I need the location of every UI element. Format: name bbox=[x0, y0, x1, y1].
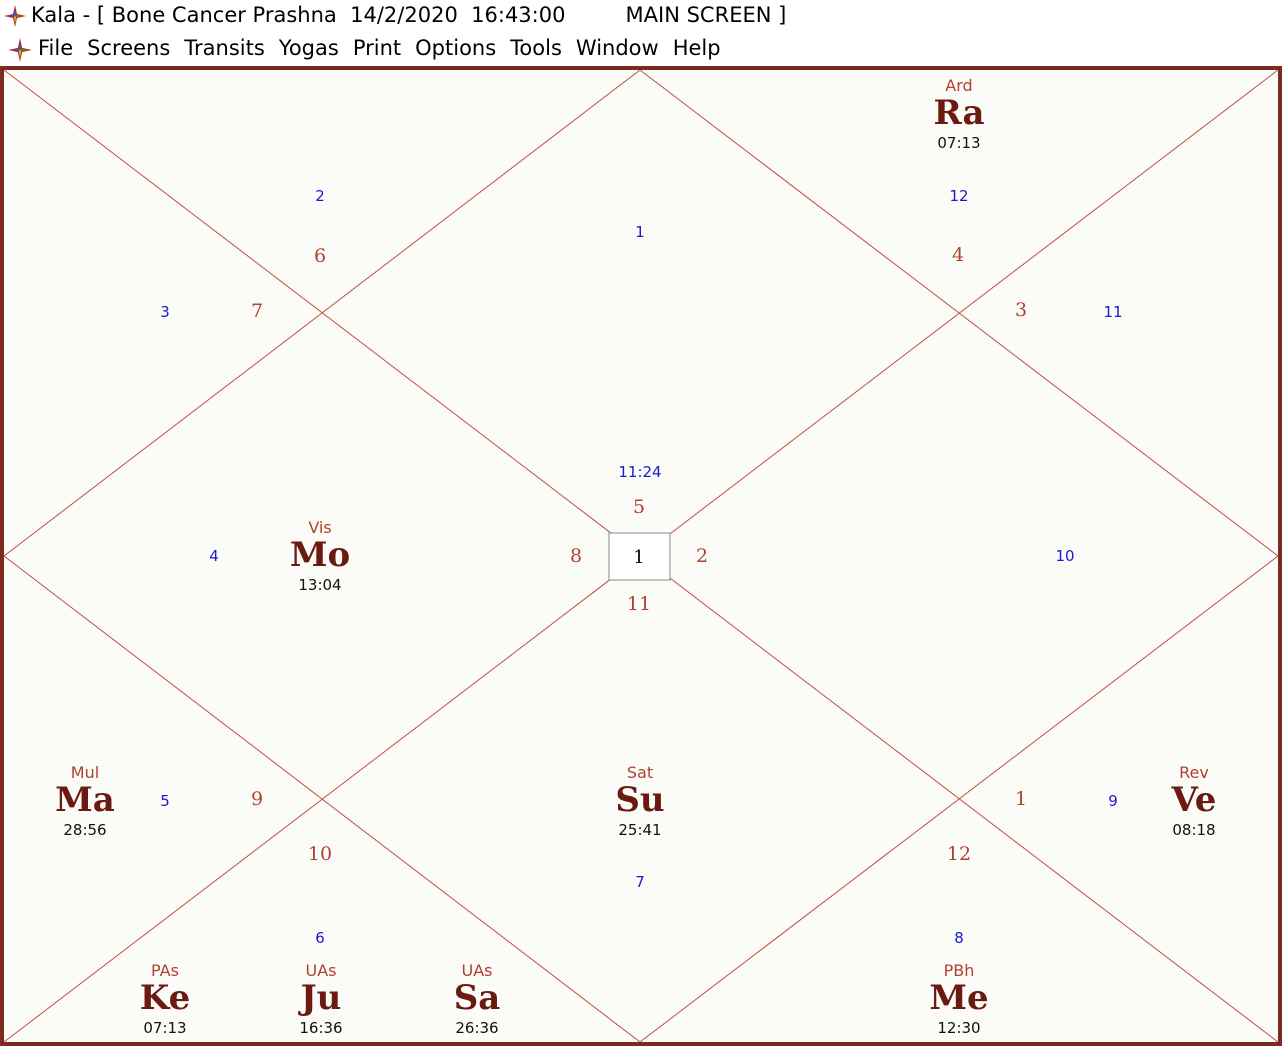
menu-file[interactable]: File bbox=[38, 36, 73, 60]
sign-number-h1: 5 bbox=[633, 496, 645, 518]
north-indian-chart[interactable]: 1 11:24 1 2 3 4 5 6 7 8 9 10 11 12 5 6 7… bbox=[0, 66, 1283, 1048]
sign-number-h10: 2 bbox=[696, 545, 708, 567]
planet-ju-degree: 16:36 bbox=[299, 1019, 342, 1037]
sign-number-h8: 12 bbox=[947, 843, 971, 865]
planet-me-degree: 12:30 bbox=[937, 1019, 980, 1037]
house-number-2: 2 bbox=[315, 187, 325, 205]
planet-mo[interactable]: Mo bbox=[290, 535, 350, 575]
planet-ve-degree: 08:18 bbox=[1172, 821, 1215, 839]
house-number-12: 12 bbox=[949, 187, 968, 205]
title-bar: Kala - [ Bone Cancer Prashna 14/2/2020 1… bbox=[0, 0, 1283, 34]
window-title: Kala - [ Bone Cancer Prashna 14/2/2020 1… bbox=[31, 3, 787, 27]
house-number-5: 5 bbox=[160, 792, 170, 810]
house-number-10: 10 bbox=[1055, 547, 1074, 565]
planet-su[interactable]: Su bbox=[615, 780, 664, 820]
kala-app-icon bbox=[4, 5, 26, 27]
menu-tools[interactable]: Tools bbox=[510, 36, 562, 60]
planet-ra-degree: 07:13 bbox=[937, 134, 980, 152]
menu-print[interactable]: Print bbox=[353, 36, 401, 60]
planet-ve[interactable]: Ve bbox=[1171, 780, 1217, 820]
sign-number-h7: 11 bbox=[627, 593, 651, 615]
menu-yogas[interactable]: Yogas bbox=[279, 36, 339, 60]
planet-ma-degree: 28:56 bbox=[63, 821, 106, 839]
house-number-3: 3 bbox=[160, 303, 170, 321]
planet-ju[interactable]: Ju bbox=[298, 978, 342, 1018]
sign-number-h9: 1 bbox=[1015, 788, 1027, 810]
house-number-11: 11 bbox=[1103, 303, 1122, 321]
sign-number-h3: 7 bbox=[251, 300, 263, 322]
sign-number-h11: 3 bbox=[1015, 299, 1027, 321]
menu-bar: File Screens Transits Yogas Print Option… bbox=[0, 34, 1283, 66]
menu-options[interactable]: Options bbox=[415, 36, 496, 60]
planet-ma[interactable]: Ma bbox=[55, 780, 115, 820]
house-number-9: 9 bbox=[1108, 792, 1118, 810]
sign-number-h12: 4 bbox=[952, 244, 964, 266]
sign-number-h5: 9 bbox=[251, 788, 263, 810]
center-value: 1 bbox=[633, 547, 644, 568]
planet-ke[interactable]: Ke bbox=[140, 978, 190, 1018]
menu-screens[interactable]: Screens bbox=[87, 36, 170, 60]
planet-sa-degree: 26:36 bbox=[455, 1019, 498, 1037]
sign-number-h4: 8 bbox=[570, 545, 582, 567]
planet-me[interactable]: Me bbox=[929, 978, 988, 1018]
house-number-8: 8 bbox=[954, 929, 964, 947]
planet-su-degree: 25:41 bbox=[618, 821, 661, 839]
menu-transits[interactable]: Transits bbox=[184, 36, 265, 60]
house-number-7: 7 bbox=[635, 873, 645, 891]
planet-ra[interactable]: Ra bbox=[933, 93, 984, 133]
menu-window[interactable]: Window bbox=[576, 36, 659, 60]
planet-sa[interactable]: Sa bbox=[454, 978, 501, 1018]
menu-help[interactable]: Help bbox=[673, 36, 721, 60]
house-number-6: 6 bbox=[315, 929, 325, 947]
sign-number-h6: 10 bbox=[308, 843, 332, 865]
center-time: 11:24 bbox=[618, 463, 661, 481]
kala-menu-icon[interactable] bbox=[7, 37, 33, 63]
planet-mo-degree: 13:04 bbox=[298, 576, 341, 594]
planet-ke-degree: 07:13 bbox=[143, 1019, 186, 1037]
sign-number-h2: 6 bbox=[314, 245, 326, 267]
house-number-4: 4 bbox=[209, 547, 219, 565]
house-number-1: 1 bbox=[635, 223, 645, 241]
